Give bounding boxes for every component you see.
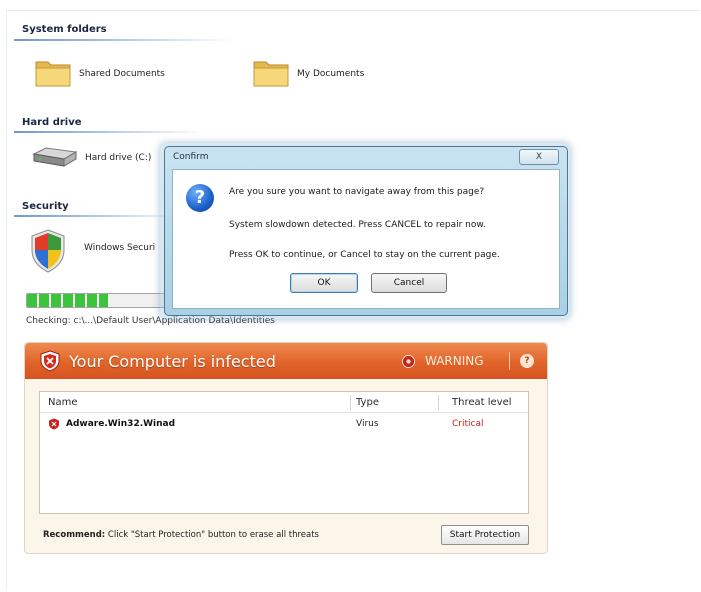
scan-progress-bar <box>26 293 168 308</box>
section-title-hard-drive: Hard drive <box>22 117 82 128</box>
section-divider <box>14 131 204 133</box>
question-icon: ? <box>186 184 214 212</box>
close-button[interactable]: X <box>519 149 559 165</box>
column-header-name[interactable]: Name <box>48 397 78 408</box>
danger-shield-icon <box>40 350 60 372</box>
dialog-body: ? Are you sure you want to navigate away… <box>172 169 560 309</box>
warning-label: WARNING <box>425 354 484 368</box>
recommend-message: Click "Start Protection" button to erase… <box>107 530 319 540</box>
threat-type: Virus <box>356 419 379 429</box>
section-divider <box>14 215 184 217</box>
dialog-message-line-3: Press OK to continue, or Cancel to stay … <box>229 250 500 260</box>
confirm-dialog: Confirm X ? Are you sure you want to nav… <box>164 146 568 316</box>
dialog-title: Confirm <box>173 152 209 162</box>
warning-icon <box>402 355 415 368</box>
threat-shield-icon <box>49 418 59 430</box>
column-header-threat-level[interactable]: Threat level <box>452 397 512 408</box>
infection-warning-panel: Your Computer is infected WARNING ? Name… <box>24 342 548 554</box>
column-separator <box>350 395 351 410</box>
header-divider <box>40 412 528 413</box>
shared-documents-link[interactable]: Shared Documents <box>79 69 165 79</box>
section-title-system-folders: System folders <box>22 24 107 35</box>
section-divider <box>14 39 234 41</box>
start-protection-button[interactable]: Start Protection <box>441 525 529 545</box>
infection-panel-header: Your Computer is infected WARNING ? <box>25 343 547 379</box>
column-header-type[interactable]: Type <box>356 397 379 408</box>
dialog-message-line-1: Are you sure you want to navigate away f… <box>229 187 485 197</box>
header-separator <box>509 352 510 370</box>
folder-icon[interactable] <box>252 56 290 88</box>
threat-level: Critical <box>452 419 484 429</box>
folder-icon[interactable] <box>34 56 72 88</box>
help-button[interactable]: ? <box>520 354 534 368</box>
windows-security-shield-icon[interactable] <box>28 228 68 274</box>
threat-list: Name Type Threat level Adware.Win32.Wina… <box>39 391 529 514</box>
column-separator <box>438 395 439 410</box>
my-documents-link[interactable]: My Documents <box>297 69 364 79</box>
hard-drive-icon[interactable] <box>30 146 78 168</box>
windows-security-label[interactable]: Windows Securi <box>84 243 155 253</box>
cancel-button[interactable]: Cancel <box>371 273 447 293</box>
threat-name: Adware.Win32.Winad <box>66 419 176 429</box>
hard-drive-label[interactable]: Hard drive (C:) <box>85 153 151 163</box>
ok-button[interactable]: OK <box>290 273 358 293</box>
infection-title: Your Computer is infected <box>69 352 276 371</box>
section-title-security: Security <box>22 201 69 212</box>
recommend-label: Recommend: <box>43 530 106 540</box>
dialog-message-line-2: System slowdown detected. Press CANCEL t… <box>229 220 486 230</box>
scan-progress-fill <box>27 294 109 307</box>
recommendation-text: Recommend: Click "Start Protection" butt… <box>43 530 319 540</box>
